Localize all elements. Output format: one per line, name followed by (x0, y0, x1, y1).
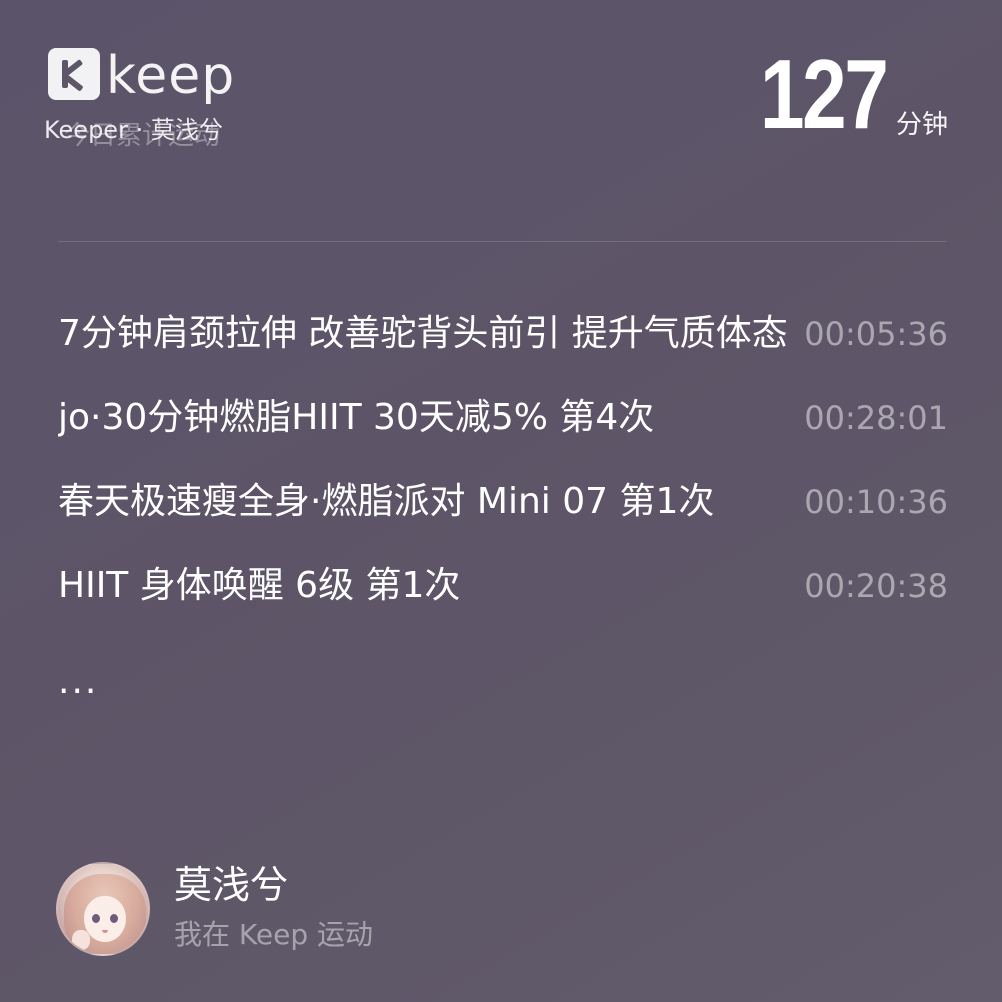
username: 莫浅兮 (174, 863, 289, 907)
workout-name: 7分钟肩颈拉伸 改善驼背头前引 提升气质体态 (58, 313, 788, 354)
workout-name: jo·30分钟燃脂HIIT 30天减5% 第4次 (58, 397, 655, 438)
list-item: 7分钟肩颈拉伸 改善驼背头前引 提升气质体态 00:05:36 (58, 292, 948, 376)
avatar[interactable] (56, 862, 150, 956)
user-footer: 莫浅兮 我在 Keep 运动 (56, 860, 656, 960)
workout-name: 春天极速瘦全身·燃脂派对 Mini 07 第1次 (58, 481, 715, 522)
workout-name: HIIT 身体唤醒 6级 第1次 (58, 565, 461, 606)
list-item: 春天极速瘦全身·燃脂派对 Mini 07 第1次 00:10:36 (58, 460, 948, 544)
list-item: HIIT 身体唤醒 6级 第1次 00:20:38 (58, 544, 948, 628)
header: keep 今日累计运动 Keeper · 莫浅兮 127 分钟 (0, 0, 1002, 240)
tagline: 我在 Keep 运动 (174, 918, 373, 951)
keep-logo: keep 今日累计运动 Keeper · 莫浅兮 (44, 44, 258, 154)
list-item: jo·30分钟燃脂HIIT 30天减5% 第4次 00:28:01 (58, 376, 948, 460)
brand-wordmark: keep (106, 46, 236, 106)
total-duration-value: 127 (760, 39, 889, 149)
workout-duration: 00:28:01 (804, 399, 948, 437)
workout-duration: 00:05:36 (804, 315, 948, 353)
total-duration: 127 分钟 (732, 44, 948, 144)
workout-duration: 00:10:36 (804, 483, 948, 521)
keeper-subtitle: Keeper · 莫浅兮 (44, 116, 223, 144)
workout-duration: 00:20:38 (804, 567, 948, 605)
workout-records-list: 7分钟肩颈拉伸 改善驼背头前引 提升气质体态 00:05:36 jo·30分钟燃… (58, 292, 948, 724)
header-divider (58, 241, 946, 242)
more-records-ellipsis: ... (58, 661, 99, 702)
share-card: keep 今日累计运动 Keeper · 莫浅兮 127 分钟 7分钟肩颈拉伸 … (0, 0, 1002, 1002)
keep-logo-icon (48, 48, 100, 100)
total-duration-unit: 分钟 (895, 110, 948, 140)
